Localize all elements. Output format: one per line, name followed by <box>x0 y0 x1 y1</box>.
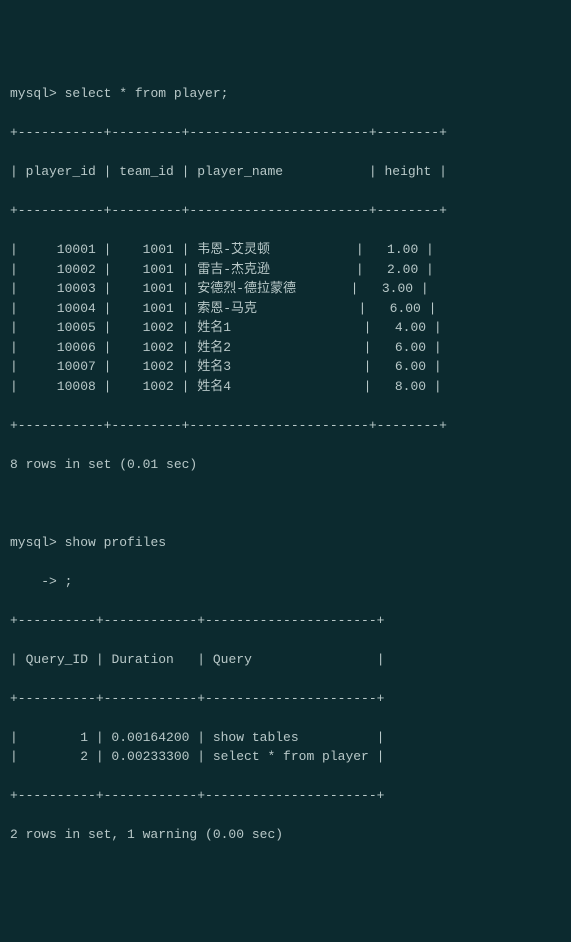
table-row: | 10005 | 1002 | 姓名1 | 4.00 | <box>10 318 561 338</box>
th-player-id: player_id <box>26 164 96 179</box>
table-row: | 10002 | 1001 | 雷吉-杰克逊 | 2.00 | <box>10 260 561 280</box>
table-row: | 2 | 0.00233300 | select * from player … <box>10 747 561 767</box>
table1-summary: 8 rows in set (0.01 sec) <box>10 455 561 475</box>
table-row: | 10004 | 1001 | 索恩-马克 | 6.00 | <box>10 299 561 319</box>
table-row: | 1 | 0.00164200 | show tables | <box>10 728 561 748</box>
prompt-line-1: mysql> select * from player; <box>10 84 561 104</box>
continuation-line: -> ; <box>10 572 561 592</box>
table2-summary: 2 rows in set, 1 warning (0.00 sec) <box>10 825 561 845</box>
th-team-id: team_id <box>119 164 174 179</box>
table-row: | 10008 | 1002 | 姓名4 | 8.00 | <box>10 377 561 397</box>
table2-border-top: +----------+------------+---------------… <box>10 611 561 631</box>
th-player-name: player_name <box>197 164 283 179</box>
th-query: Query <box>213 652 252 667</box>
table1-header: | player_id | team_id | player_name | he… <box>10 162 561 182</box>
table2-header: | Query_ID | Duration | Query | <box>10 650 561 670</box>
query-1: select * from player; <box>65 86 229 101</box>
prompt-line-2: mysql> show profiles <box>10 533 561 553</box>
table2-border-bot: +----------+------------+---------------… <box>10 786 561 806</box>
blank-1 <box>10 494 561 514</box>
table-row: | 10006 | 1002 | 姓名2 | 6.00 | <box>10 338 561 358</box>
table1-border-mid: +-----------+---------+-----------------… <box>10 201 561 221</box>
query-2: show profiles <box>65 535 166 550</box>
table-row: | 10001 | 1001 | 韦恩-艾灵顿 | 1.00 | <box>10 240 561 260</box>
mysql-prompt: mysql> <box>10 86 57 101</box>
table-row: | 10007 | 1002 | 姓名3 | 6.00 | <box>10 357 561 377</box>
table1-border-bot: +-----------+---------+-----------------… <box>10 416 561 436</box>
table2-border-mid: +----------+------------+---------------… <box>10 689 561 709</box>
table-row: | 10003 | 1001 | 安德烈-德拉蒙德 | 3.00 | <box>10 279 561 299</box>
mysql-prompt: mysql> <box>10 535 57 550</box>
th-query-id: Query_ID <box>26 652 88 667</box>
cont-prompt: -> <box>10 574 57 589</box>
th-height: height <box>385 164 432 179</box>
query-2-cont: ; <box>65 574 73 589</box>
table1-border-top: +-----------+---------+-----------------… <box>10 123 561 143</box>
th-duration: Duration <box>111 652 173 667</box>
